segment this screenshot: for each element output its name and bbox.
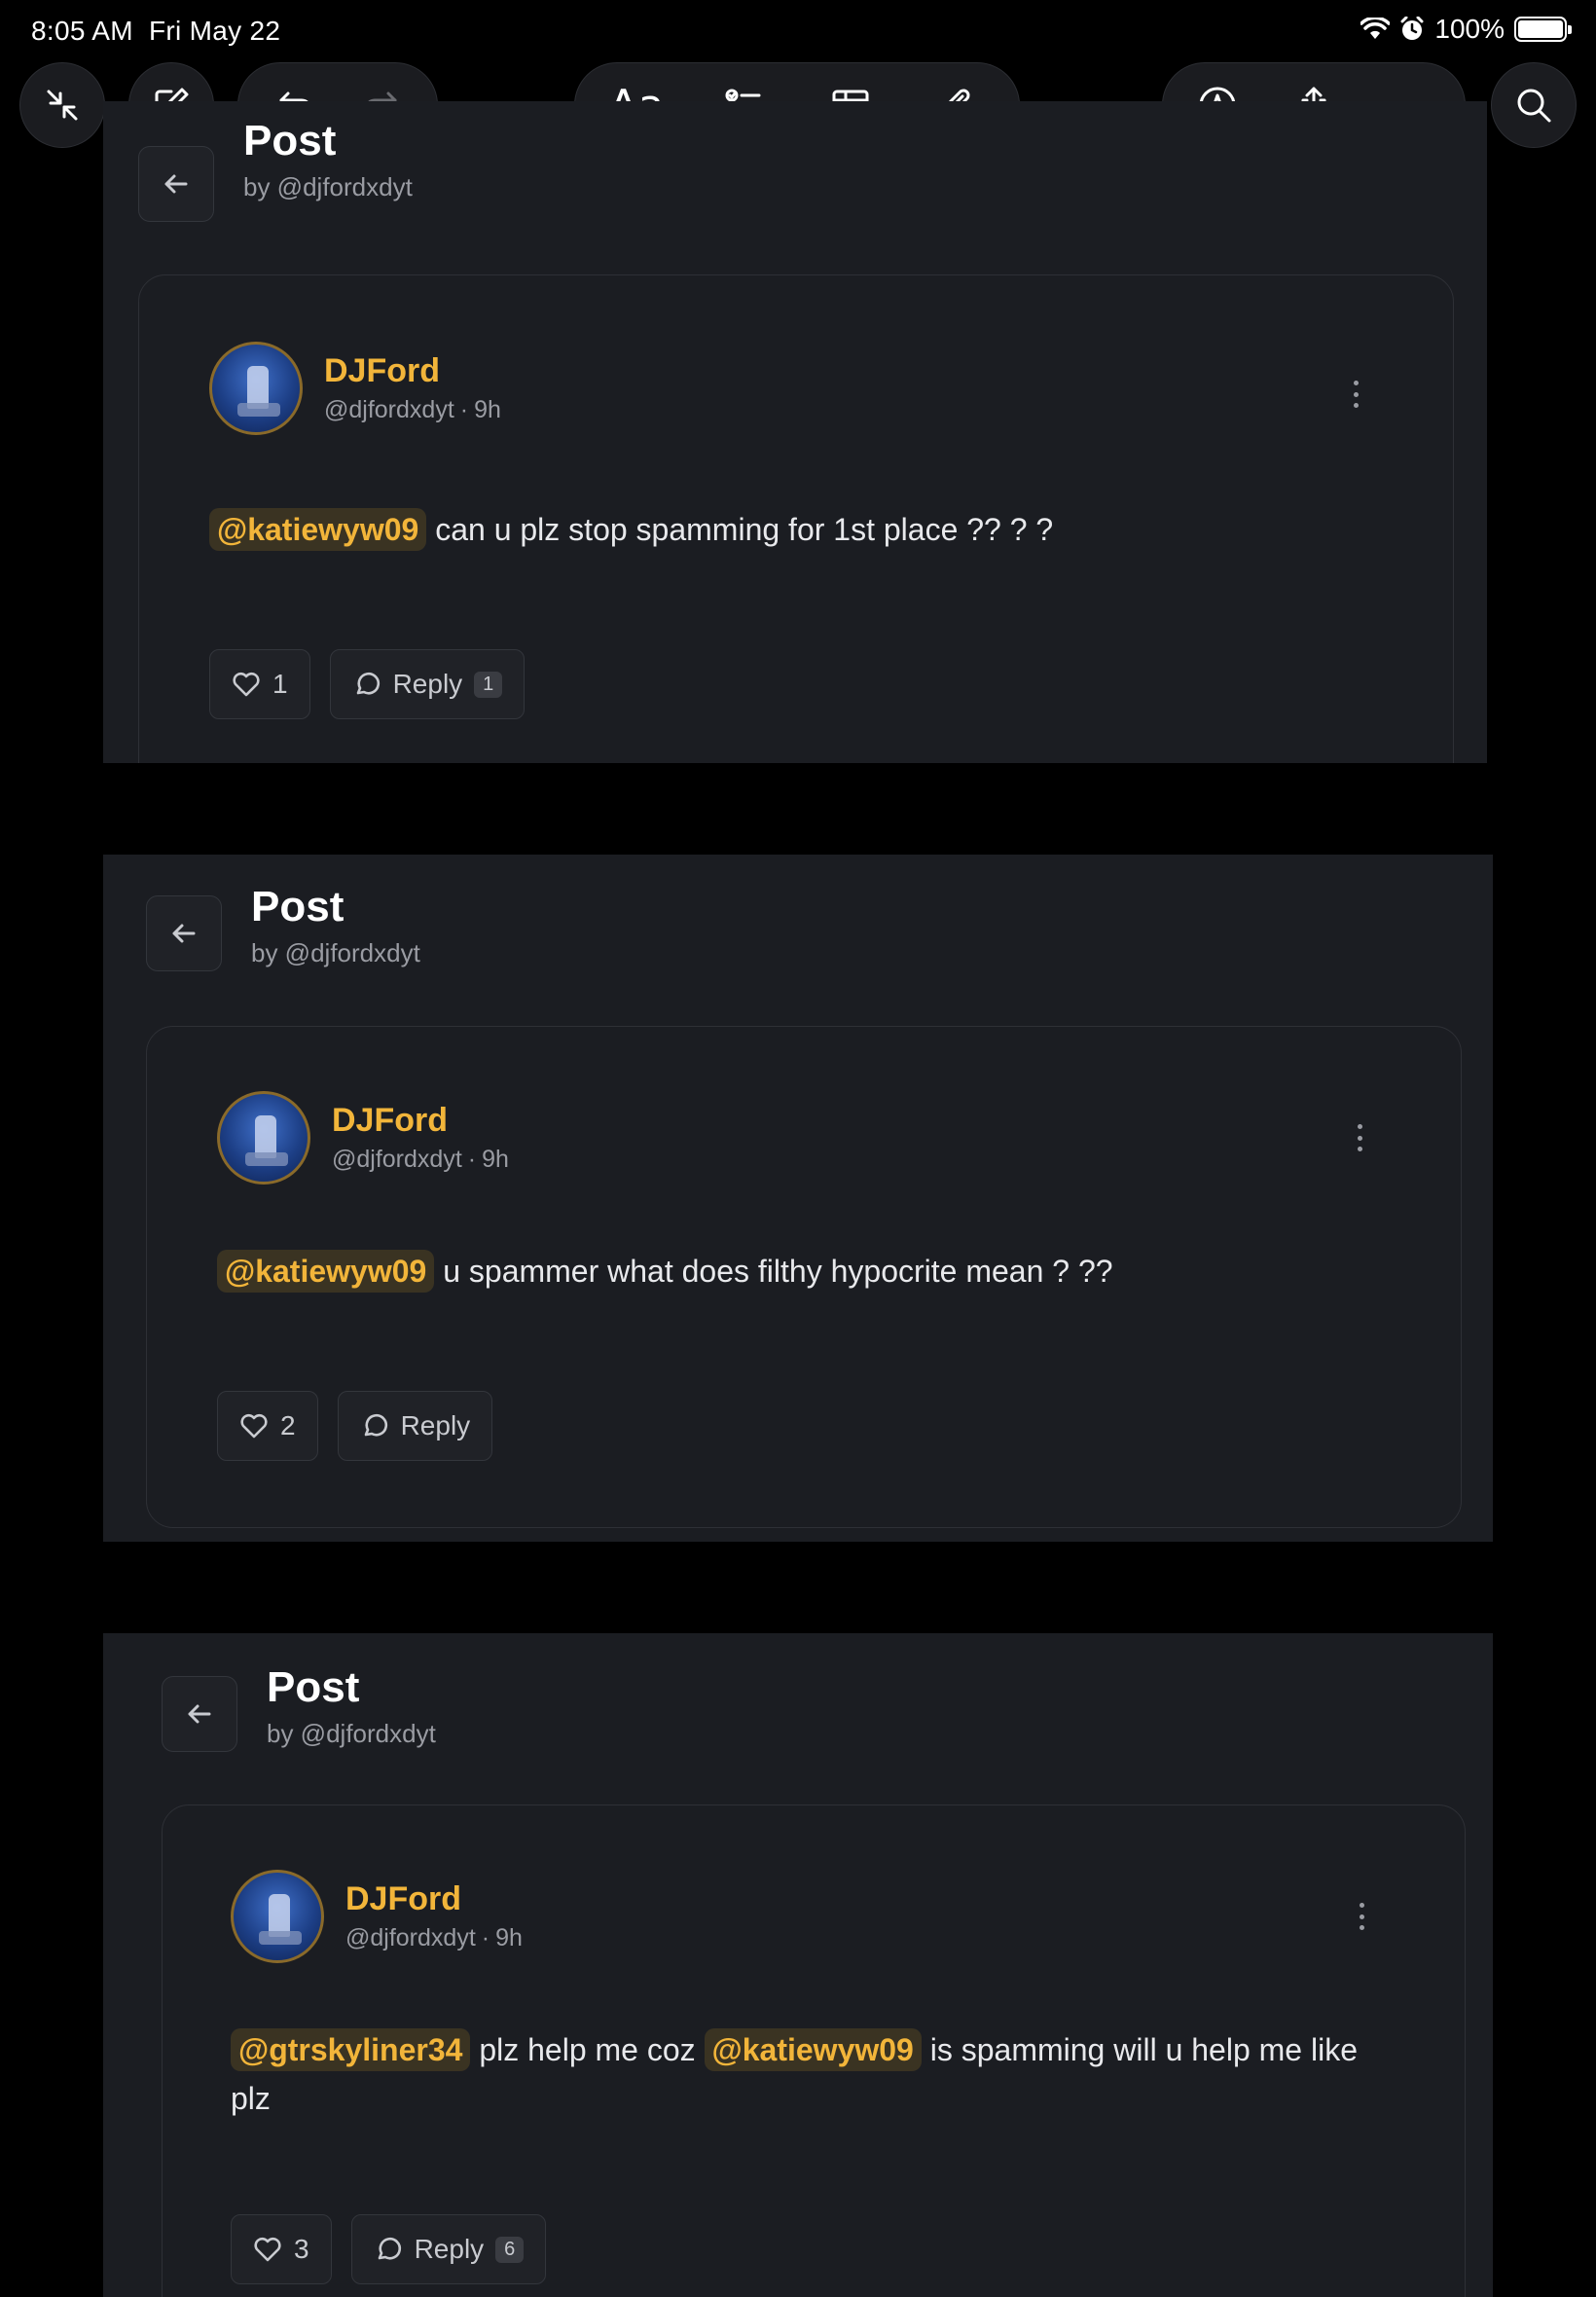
post-actions: 1 Reply 1	[209, 649, 526, 719]
reply-label: Reply	[400, 1410, 471, 1440]
author-handle: @djfordxdyt	[332, 1146, 462, 1173]
author-row: DJFord @djfordxdyt · 9h	[209, 342, 501, 435]
more-options-icon[interactable]	[1352, 1897, 1371, 1936]
search-button[interactable]	[1491, 62, 1577, 148]
post-header: Post by @djfordxdyt	[138, 117, 413, 222]
post-byline: by @djfordxdyt	[267, 1718, 436, 1748]
back-button[interactable]	[162, 1676, 237, 1752]
comment-icon	[364, 1413, 387, 1437]
post-screenshot-1: Post by @djfordxdyt DJFord @djfordxdyt · 9…	[103, 101, 1487, 763]
more-options-icon[interactable]	[1346, 375, 1365, 414]
notes-page: 8:05 AM Fri May 22 100% Post by @djfordx…	[0, 0, 1596, 2297]
back-button[interactable]	[146, 895, 222, 971]
reply-button[interactable]: Reply 6	[350, 2214, 547, 2284]
heart-icon	[254, 2237, 281, 2262]
post-title: Post	[243, 116, 337, 164]
avatar[interactable]	[209, 342, 303, 435]
author-handle: @djfordxdyt	[324, 396, 454, 423]
like-button[interactable]: 3	[231, 2214, 332, 2284]
reply-count-badge: 6	[495, 2236, 525, 2263]
wifi-icon	[1360, 18, 1391, 39]
collapse-icon	[47, 90, 78, 121]
mention-tag[interactable]: @katiewyw09	[217, 1250, 435, 1293]
post-screenshot-3: Post by @djfordxdyt DJFord @djfordxdyt · 9…	[103, 1633, 1493, 2297]
author-name[interactable]: DJFord	[345, 1880, 523, 1918]
reply-count-badge: 1	[474, 671, 503, 698]
post-title: Post	[251, 882, 345, 930]
battery-percent: 100%	[1434, 14, 1505, 44]
avatar[interactable]	[231, 1870, 324, 1963]
author-name[interactable]: DJFord	[324, 352, 501, 390]
collapse-button[interactable]	[19, 62, 105, 148]
reply-label: Reply	[414, 2234, 485, 2264]
back-arrow-icon	[172, 924, 196, 943]
avatar[interactable]	[217, 1091, 310, 1185]
author-meta: @djfordxdyt · 9h	[345, 1924, 523, 1951]
author-meta: @djfordxdyt · 9h	[324, 396, 501, 423]
like-count: 3	[294, 2234, 309, 2264]
heart-icon	[233, 672, 260, 697]
post-actions: 2 Reply	[217, 1391, 493, 1461]
reply-button[interactable]: Reply	[337, 1391, 493, 1461]
author-name[interactable]: DJFord	[332, 1102, 509, 1140]
back-button[interactable]	[138, 146, 214, 222]
status-time: 8:05 AM Fri May 22	[31, 16, 281, 46]
author-row: DJFord @djfordxdyt · 9h	[217, 1091, 509, 1185]
post-title: Post	[267, 1662, 360, 1711]
search-icon	[1517, 89, 1551, 123]
back-arrow-icon	[164, 174, 188, 194]
back-arrow-icon	[188, 1704, 211, 1724]
post-header: Post by @djfordxdyt	[162, 1663, 436, 1752]
like-button[interactable]: 2	[217, 1391, 318, 1461]
post-byline: by @djfordxdyt	[251, 937, 420, 967]
author-meta: @djfordxdyt · 9h	[332, 1146, 509, 1173]
post-time: 9h	[474, 396, 501, 423]
mention-tag[interactable]: @gtrskyliner34	[231, 2028, 471, 2071]
post-actions: 3 Reply 6	[231, 2214, 547, 2284]
comment-icon	[356, 672, 380, 695]
post-body: @katiewyw09 u spammer what does filthy h…	[217, 1247, 1385, 1295]
comment-icon	[378, 2237, 401, 2260]
status-indicators: 100%	[1360, 14, 1572, 45]
post-card: DJFord @djfordxdyt · 9h @gtrskyliner34 plz…	[162, 1805, 1466, 2297]
alarm-icon	[1400, 17, 1424, 40]
more-options-icon[interactable]	[1350, 1118, 1369, 1157]
post-body: @gtrskyliner34 plz help me coz @katiewyw…	[231, 2025, 1398, 2123]
mention-tag[interactable]: @katiewyw09	[704, 2028, 922, 2071]
reply-button[interactable]: Reply 1	[329, 649, 526, 719]
post-text: can u plz stop spamming for 1st place ??…	[435, 512, 1054, 547]
post-card: DJFord @djfordxdyt · 9h @katiewyw09 can u …	[138, 274, 1454, 763]
post-text: u spammer what does filthy hypocrite mea…	[443, 1254, 1113, 1289]
post-screenshot-2: Post by @djfordxdyt DJFord @djfordxdyt · 9…	[103, 855, 1493, 1542]
author-handle: @djfordxdyt	[345, 1924, 476, 1951]
like-count: 1	[272, 669, 288, 699]
post-byline: by @djfordxdyt	[243, 171, 413, 201]
like-button[interactable]: 1	[209, 649, 310, 719]
author-row: DJFord @djfordxdyt · 9h	[231, 1870, 523, 1963]
heart-icon	[240, 1413, 268, 1439]
status-bar: 8:05 AM Fri May 22 100%	[0, 0, 1596, 58]
reply-label: Reply	[392, 669, 463, 699]
like-count: 2	[280, 1410, 296, 1440]
post-header: Post by @djfordxdyt	[146, 883, 420, 971]
post-time: 9h	[482, 1146, 509, 1173]
post-card: DJFord @djfordxdyt · 9h @katiewyw09 u spam…	[146, 1026, 1462, 1528]
mention-tag[interactable]: @katiewyw09	[209, 508, 427, 551]
battery-icon	[1514, 17, 1572, 42]
post-text: plz help me coz	[479, 2032, 696, 2067]
post-body: @katiewyw09 can u plz stop spamming for …	[209, 505, 1377, 554]
post-time: 9h	[495, 1924, 523, 1951]
